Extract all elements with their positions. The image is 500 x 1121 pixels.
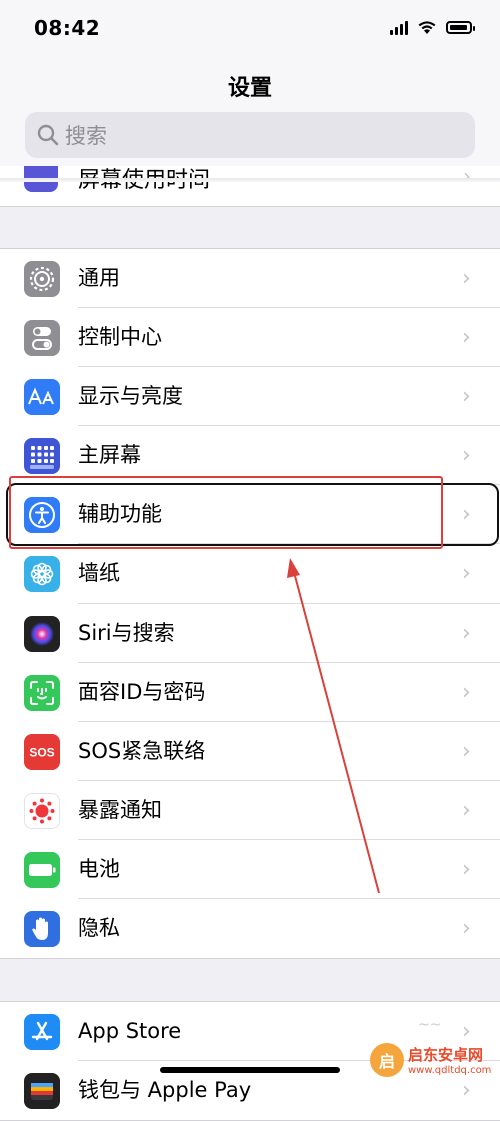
chevron-right-icon: › (462, 738, 471, 764)
aa-icon (24, 379, 60, 416)
settings-row-face-id-passcode[interactable]: 面容ID与密码 › (0, 663, 500, 722)
status-time: 08:42 (34, 16, 101, 40)
settings-row-label: 面容ID与密码 (78, 679, 206, 704)
chevron-right-icon: › (462, 325, 471, 351)
cellular-signal-icon (390, 20, 408, 35)
settings-row-label: App Store (78, 1019, 182, 1043)
settings-row-display-brightness[interactable]: 显示与亮度 › (0, 367, 500, 427)
watermark-name: 启东安卓网 (408, 1046, 484, 1064)
settings-row-wallpaper[interactable]: 墙纸 › (0, 544, 500, 604)
battery-icon (24, 851, 60, 888)
settings-row-label: 显示与亮度 (78, 384, 183, 409)
settings-row-emergency-sos[interactable]: SOS SOS紧急联络 › (0, 722, 500, 781)
settings-row-label: Siri与搜索 (78, 620, 175, 645)
exposure-icon (24, 792, 60, 829)
search-input[interactable]: 搜索 (25, 112, 475, 158)
settings-row-exposure-notifications[interactable]: 暴露通知 › (0, 781, 500, 840)
settings-row-label: 墙纸 (78, 561, 120, 586)
hand-icon (24, 911, 60, 948)
chevron-right-icon: › (462, 916, 471, 942)
watermark: 启 启东安卓网 www.qdltdq.com (370, 1040, 498, 1080)
settings-row-privacy[interactable]: 隐私 › (0, 899, 500, 958)
chevron-right-icon: › (462, 384, 471, 410)
chevron-right-icon: › (463, 166, 471, 188)
chevron-right-icon: › (462, 679, 471, 705)
chevron-right-icon: › (462, 266, 471, 291)
settings-row-label: 电池 (78, 856, 120, 881)
settings-row-label: 通用 (78, 266, 120, 290)
search-placeholder: 搜索 (65, 124, 107, 148)
settings-group-main: 通用 › 控制中心 › 显示与亮度 › 主屏幕 › 辅助功能 › 墙纸 › Si… (0, 248, 500, 960)
chevron-right-icon: › (462, 620, 471, 646)
chevron-right-icon: › (462, 443, 471, 469)
watermark-logo: 启 (370, 1043, 404, 1077)
chevron-right-icon: › (462, 561, 471, 587)
nav-header: 设置 搜索 (0, 60, 500, 180)
chevron-right-icon: › (462, 797, 471, 823)
wifi-icon (418, 21, 436, 34)
page-title: 设置 (227, 76, 272, 101)
gear-icon (24, 261, 60, 297)
settings-row-label: 暴露通知 (78, 797, 162, 822)
watermark-url: www.qdltdq.com (408, 1065, 492, 1076)
home-indicator (160, 1067, 340, 1073)
wallet-icon (24, 1073, 60, 1110)
faint-detail-text: ~~ (418, 1017, 442, 1033)
settings-row-screen-time[interactable]: 屏幕使用时间 › (0, 166, 500, 207)
settings-row-label: 控制中心 (78, 325, 162, 350)
settings-row-general[interactable]: 通用 › (0, 249, 500, 309)
settings-row-label: 隐私 (78, 916, 120, 941)
svg-text:SOS: SOS (29, 745, 54, 759)
status-bar: 08:42 (0, 0, 500, 60)
search-icon (37, 124, 59, 146)
faceid-icon (24, 674, 60, 711)
settings-row-control-center[interactable]: 控制中心 › (0, 308, 500, 368)
flower-icon (24, 556, 60, 593)
sos-icon: SOS (24, 733, 60, 770)
settings-row-label: SOS紧急联络 (78, 738, 206, 763)
appstore-icon (24, 1014, 60, 1050)
highlight-box (9, 476, 443, 549)
settings-row-siri-search[interactable]: Siri与搜索 › (0, 604, 500, 663)
battery-status-icon (446, 21, 475, 34)
status-icons (390, 20, 475, 35)
chevron-right-icon: › (462, 856, 471, 882)
settings-row-battery[interactable]: 电池 › (0, 840, 500, 900)
siri-icon (24, 615, 60, 652)
nav-divider (0, 178, 500, 182)
grid-icon (24, 438, 60, 475)
toggle-icon (24, 320, 60, 357)
